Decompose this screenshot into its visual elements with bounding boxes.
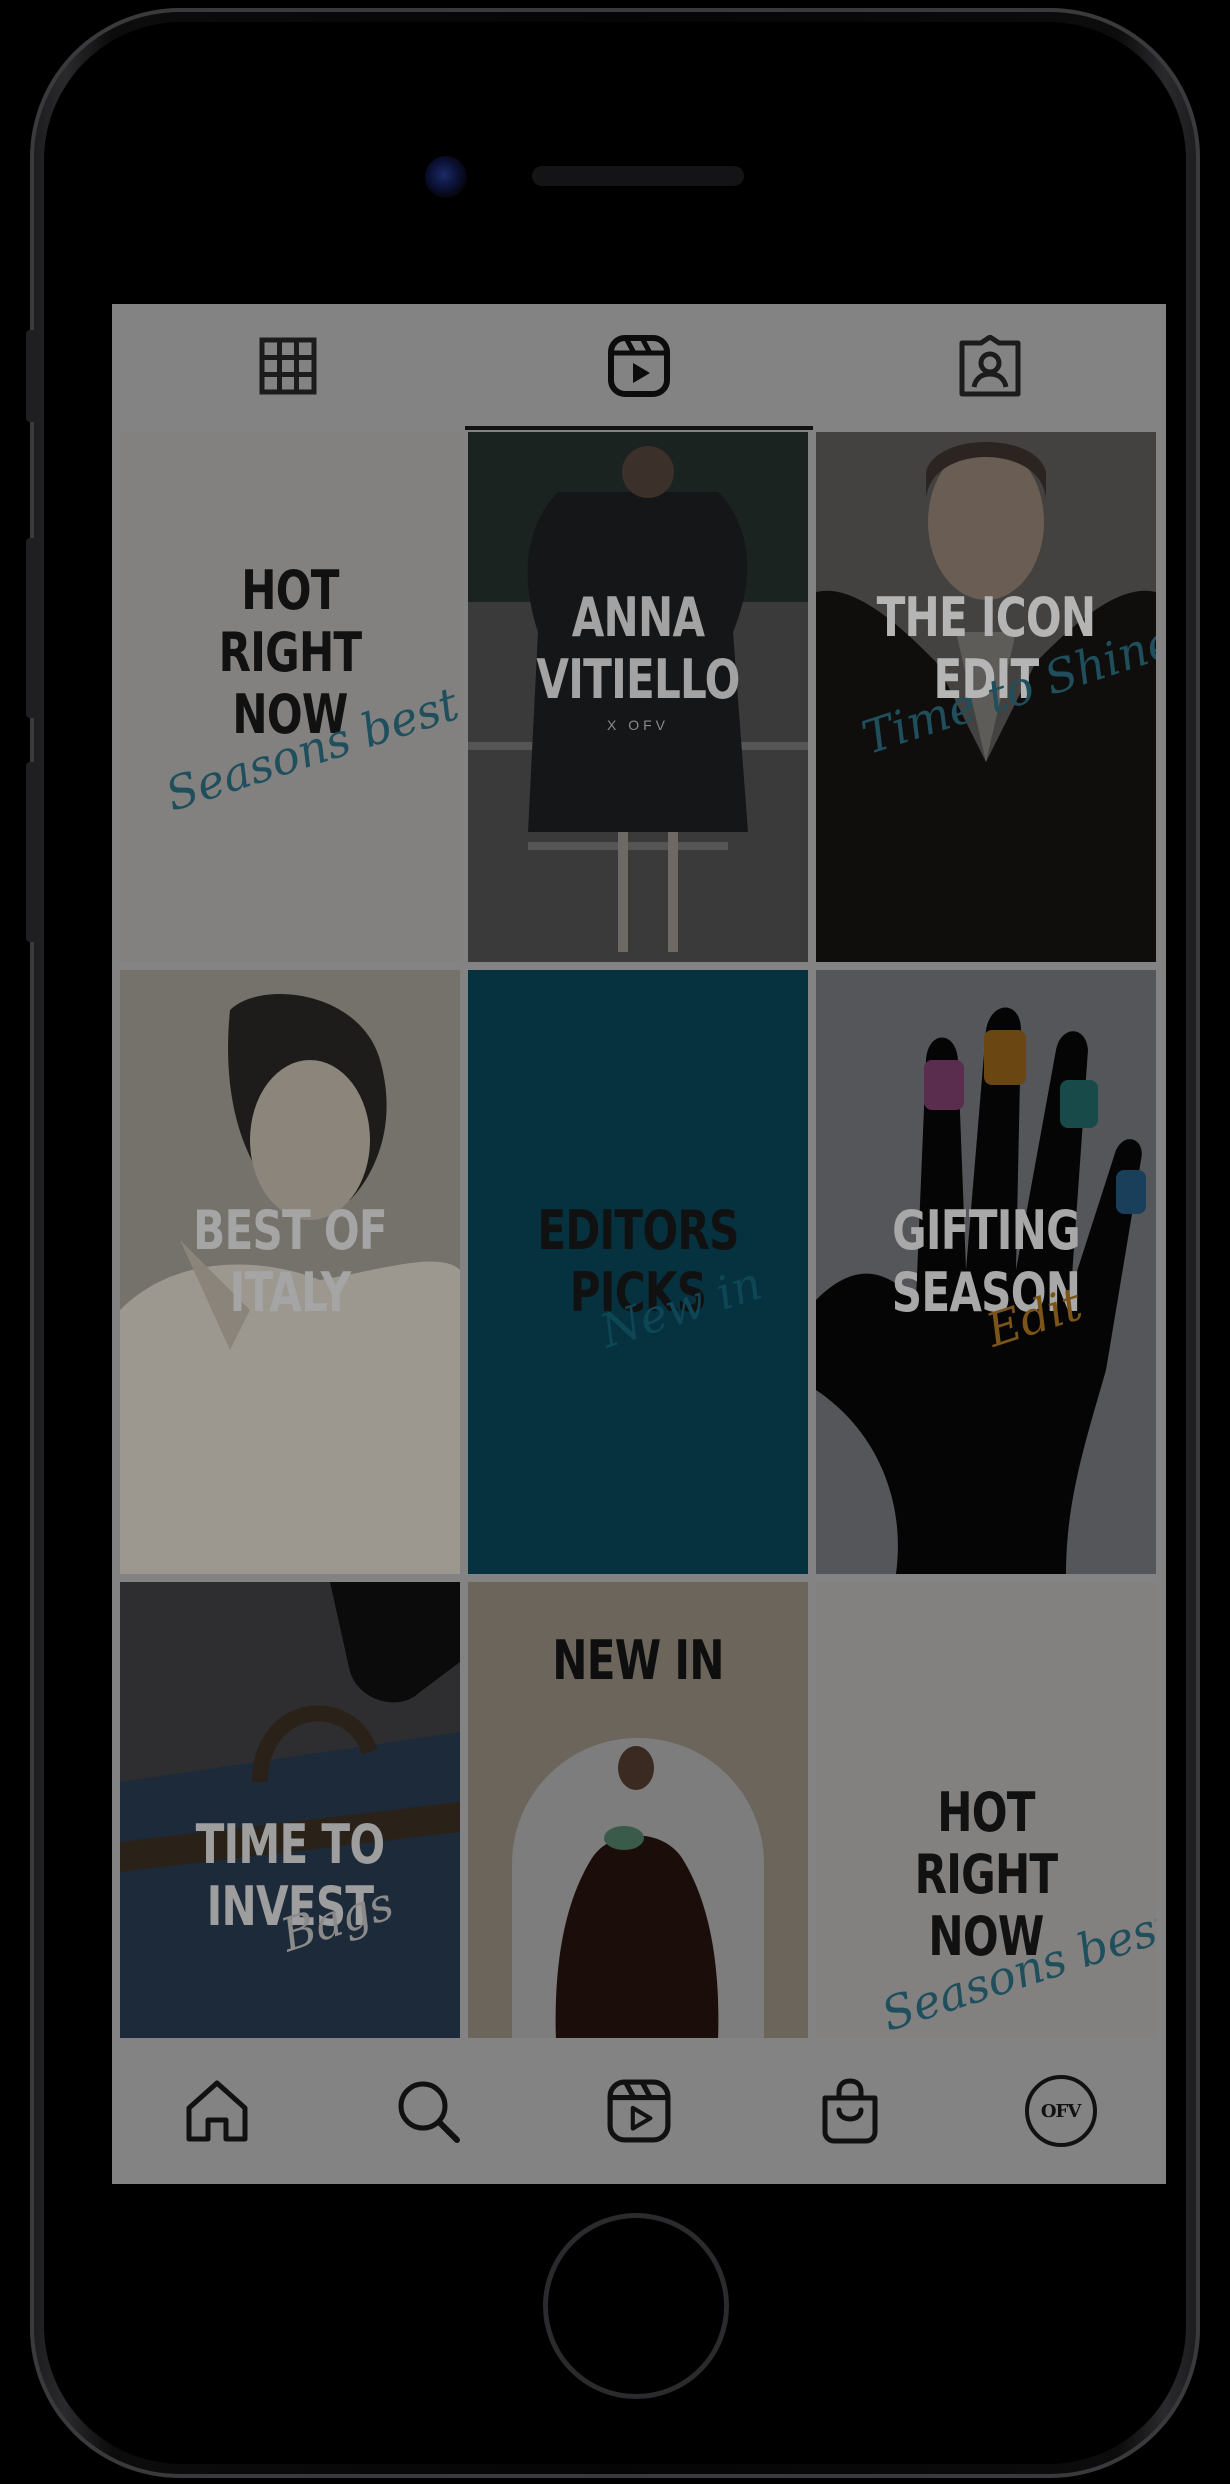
nav-reels[interactable] xyxy=(594,2066,684,2156)
nav-shop[interactable] xyxy=(805,2066,895,2156)
tagged-icon xyxy=(959,335,1021,397)
nav-profile[interactable]: OFV xyxy=(1016,2066,1106,2156)
tile-headline: BEST OF ITALY xyxy=(193,1199,388,1324)
grid-icon xyxy=(259,337,317,395)
shop-bag-icon xyxy=(822,2078,878,2144)
tile-headline: NEW IN xyxy=(552,1629,724,1692)
profile-tabs xyxy=(112,304,1166,430)
reel-tile[interactable]: ANNA VITIELLO X OFV xyxy=(468,432,808,962)
reel-tile[interactable]: GIFTING SEASON Edit xyxy=(816,970,1156,1574)
bottom-navigation: OFV xyxy=(112,2038,1166,2184)
tab-tagged[interactable] xyxy=(815,304,1166,428)
home-button[interactable] xyxy=(543,2213,729,2399)
volume-down-button xyxy=(26,762,38,942)
profile-avatar-icon: OFV xyxy=(1024,2075,1097,2147)
front-camera xyxy=(425,156,467,198)
app-screen: HOT RIGHT NOW Seasons best ANNA VITIELLO X … xyxy=(112,304,1166,2184)
search-icon xyxy=(398,2081,461,2143)
reels-icon xyxy=(607,2079,671,2143)
earpiece-speaker xyxy=(532,166,744,186)
reels-icon xyxy=(607,335,670,397)
reel-tile[interactable]: HOT RIGHT NOW Seasons best xyxy=(120,432,460,962)
nav-search[interactable] xyxy=(383,2066,473,2156)
reel-tile[interactable]: THE ICON EDIT Time to Shine xyxy=(816,432,1156,962)
tab-posts-grid[interactable] xyxy=(112,304,463,428)
mute-switch xyxy=(26,330,38,422)
reels-grid: HOT RIGHT NOW Seasons best ANNA VITIELLO X … xyxy=(120,432,1160,2184)
reel-tile[interactable]: BEST OF ITALY xyxy=(120,970,460,1574)
tile-subtitle: X OFV xyxy=(606,717,669,733)
avatar-monogram: OFV xyxy=(1040,2100,1081,2122)
nav-home[interactable] xyxy=(172,2066,262,2156)
reel-tile[interactable]: EDITORS PICKS New in xyxy=(468,970,808,1574)
volume-up-button xyxy=(26,538,38,718)
home-icon xyxy=(186,2080,248,2142)
tab-reels[interactable] xyxy=(463,304,814,430)
tile-headline: ANNA VITIELLO xyxy=(536,586,740,711)
